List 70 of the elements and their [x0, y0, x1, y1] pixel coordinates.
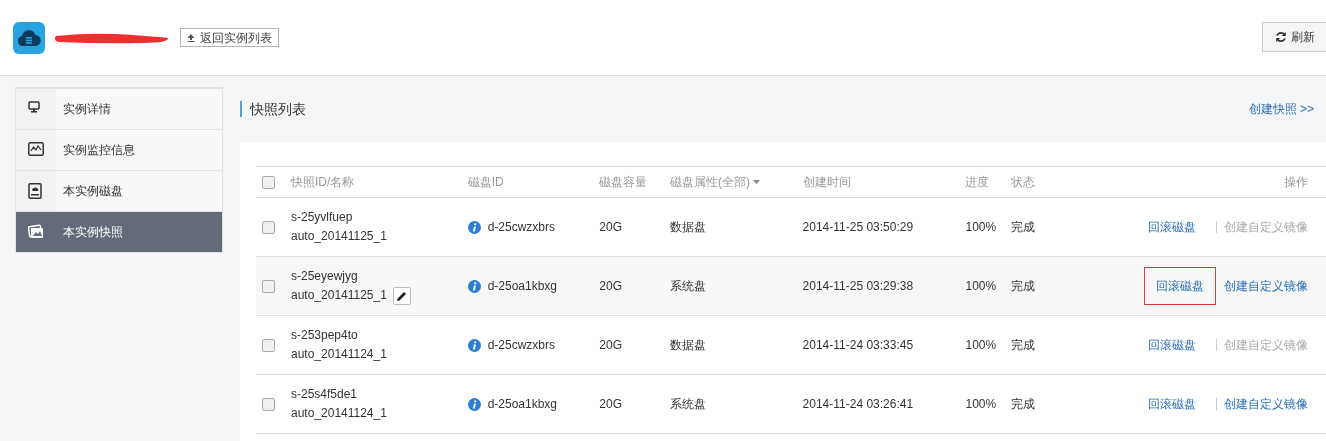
status: 完成 — [1010, 397, 1035, 411]
disk-id: d-25cwzxbrs — [487, 337, 555, 354]
refresh-icon — [1275, 31, 1287, 43]
status: 完成 — [1010, 279, 1035, 293]
snapshot-name: auto_20141124_1 — [291, 347, 387, 361]
created-time: 2014-11-24 03:33:45 — [802, 338, 914, 352]
rollback-link[interactable]: 回滚磁盘 — [1144, 267, 1216, 305]
sidebar-item[interactable]: 本实例磁盘 — [16, 170, 222, 211]
sidebar-item[interactable]: 本实例快照 — [16, 211, 222, 252]
capacity: 20G — [599, 338, 622, 352]
rollback-link[interactable]: 回滚磁盘 — [1136, 208, 1208, 246]
sidebar-item[interactable]: 实例详情 — [16, 88, 222, 129]
created-time: 2014-11-25 03:29:38 — [802, 279, 914, 293]
checkbox[interactable] — [262, 398, 275, 412]
back-button[interactable]: 返回实例列表 — [180, 28, 279, 47]
progress: 100% — [965, 279, 997, 293]
column-header: 创建时间 — [802, 174, 851, 191]
disk-id: d-25oa1kbxg — [487, 396, 557, 413]
disk-attribute: 数据盘 — [670, 338, 706, 352]
refresh-button[interactable]: 刷新 — [1262, 22, 1326, 52]
create-image-link[interactable]: 创建自定义镜像 — [1224, 277, 1308, 295]
disk-attribute: 数据盘 — [670, 220, 706, 234]
status: 完成 — [1010, 220, 1035, 234]
edit-icon[interactable] — [392, 287, 411, 305]
upload-icon — [187, 33, 195, 42]
create-snapshot-link[interactable]: 创建快照 >> — [1248, 100, 1314, 118]
column-header: 状态 — [1010, 174, 1035, 191]
info-icon[interactable] — [467, 220, 481, 234]
checkbox[interactable] — [262, 176, 275, 190]
cloud-logo-icon — [13, 21, 45, 54]
create-image-link[interactable]: 创建自定义镜像 — [1224, 395, 1308, 413]
disk-id: d-25cwzxbrs — [487, 219, 555, 236]
capacity: 20G — [599, 279, 622, 293]
created-time: 2014-11-25 03:50:29 — [802, 220, 914, 234]
column-header: 操作 — [1284, 174, 1308, 191]
checkbox[interactable] — [262, 280, 275, 294]
snapshot-name: auto_20141125_1 — [291, 288, 387, 302]
disk-attribute: 系统盘 — [670, 397, 706, 411]
column-header: 快照ID/名称 — [291, 174, 355, 191]
rollback-link[interactable]: 回滚磁盘 — [1136, 385, 1208, 423]
column-header: 进度 — [965, 174, 990, 191]
snapshot-name: auto_20141125_1 — [291, 229, 387, 243]
progress: 100% — [965, 338, 997, 352]
column-header[interactable]: 磁盘属性(全部) — [670, 173, 760, 191]
snapshot-id: s-25eyewjyg — [291, 269, 358, 283]
info-icon[interactable] — [467, 397, 481, 411]
disk-attribute: 系统盘 — [670, 279, 706, 293]
dropdown-caret-icon — [753, 180, 760, 184]
created-time: 2014-11-24 03:26:41 — [802, 397, 914, 411]
capacity: 20G — [599, 220, 622, 234]
sidebar-item[interactable]: 实例监控信息 — [16, 129, 222, 170]
progress: 100% — [965, 397, 997, 411]
info-icon[interactable] — [467, 338, 481, 352]
section-title: 快照列表 — [250, 99, 306, 119]
disk-id: d-25oa1kbxg — [487, 278, 557, 295]
line-chart-icon — [28, 142, 44, 158]
snapshot-id: s-25s4f5de1 — [291, 387, 358, 401]
progress: 100% — [965, 220, 997, 234]
checkbox[interactable] — [262, 221, 275, 235]
column-header: 磁盘ID — [467, 174, 504, 191]
rollback-link[interactable]: 回滚磁盘 — [1136, 326, 1208, 364]
photos-icon — [28, 224, 44, 240]
snapshot-id: s-253pep4to — [291, 328, 358, 342]
snapshot-name: auto_20141124_1 — [291, 406, 387, 420]
column-header: 磁盘容量 — [599, 174, 648, 191]
capacity: 20G — [599, 397, 622, 411]
snapshot-id: s-25yvlfuep — [291, 210, 353, 224]
info-icon[interactable] — [467, 279, 481, 293]
checkbox[interactable] — [262, 339, 275, 353]
status: 完成 — [1010, 338, 1035, 352]
